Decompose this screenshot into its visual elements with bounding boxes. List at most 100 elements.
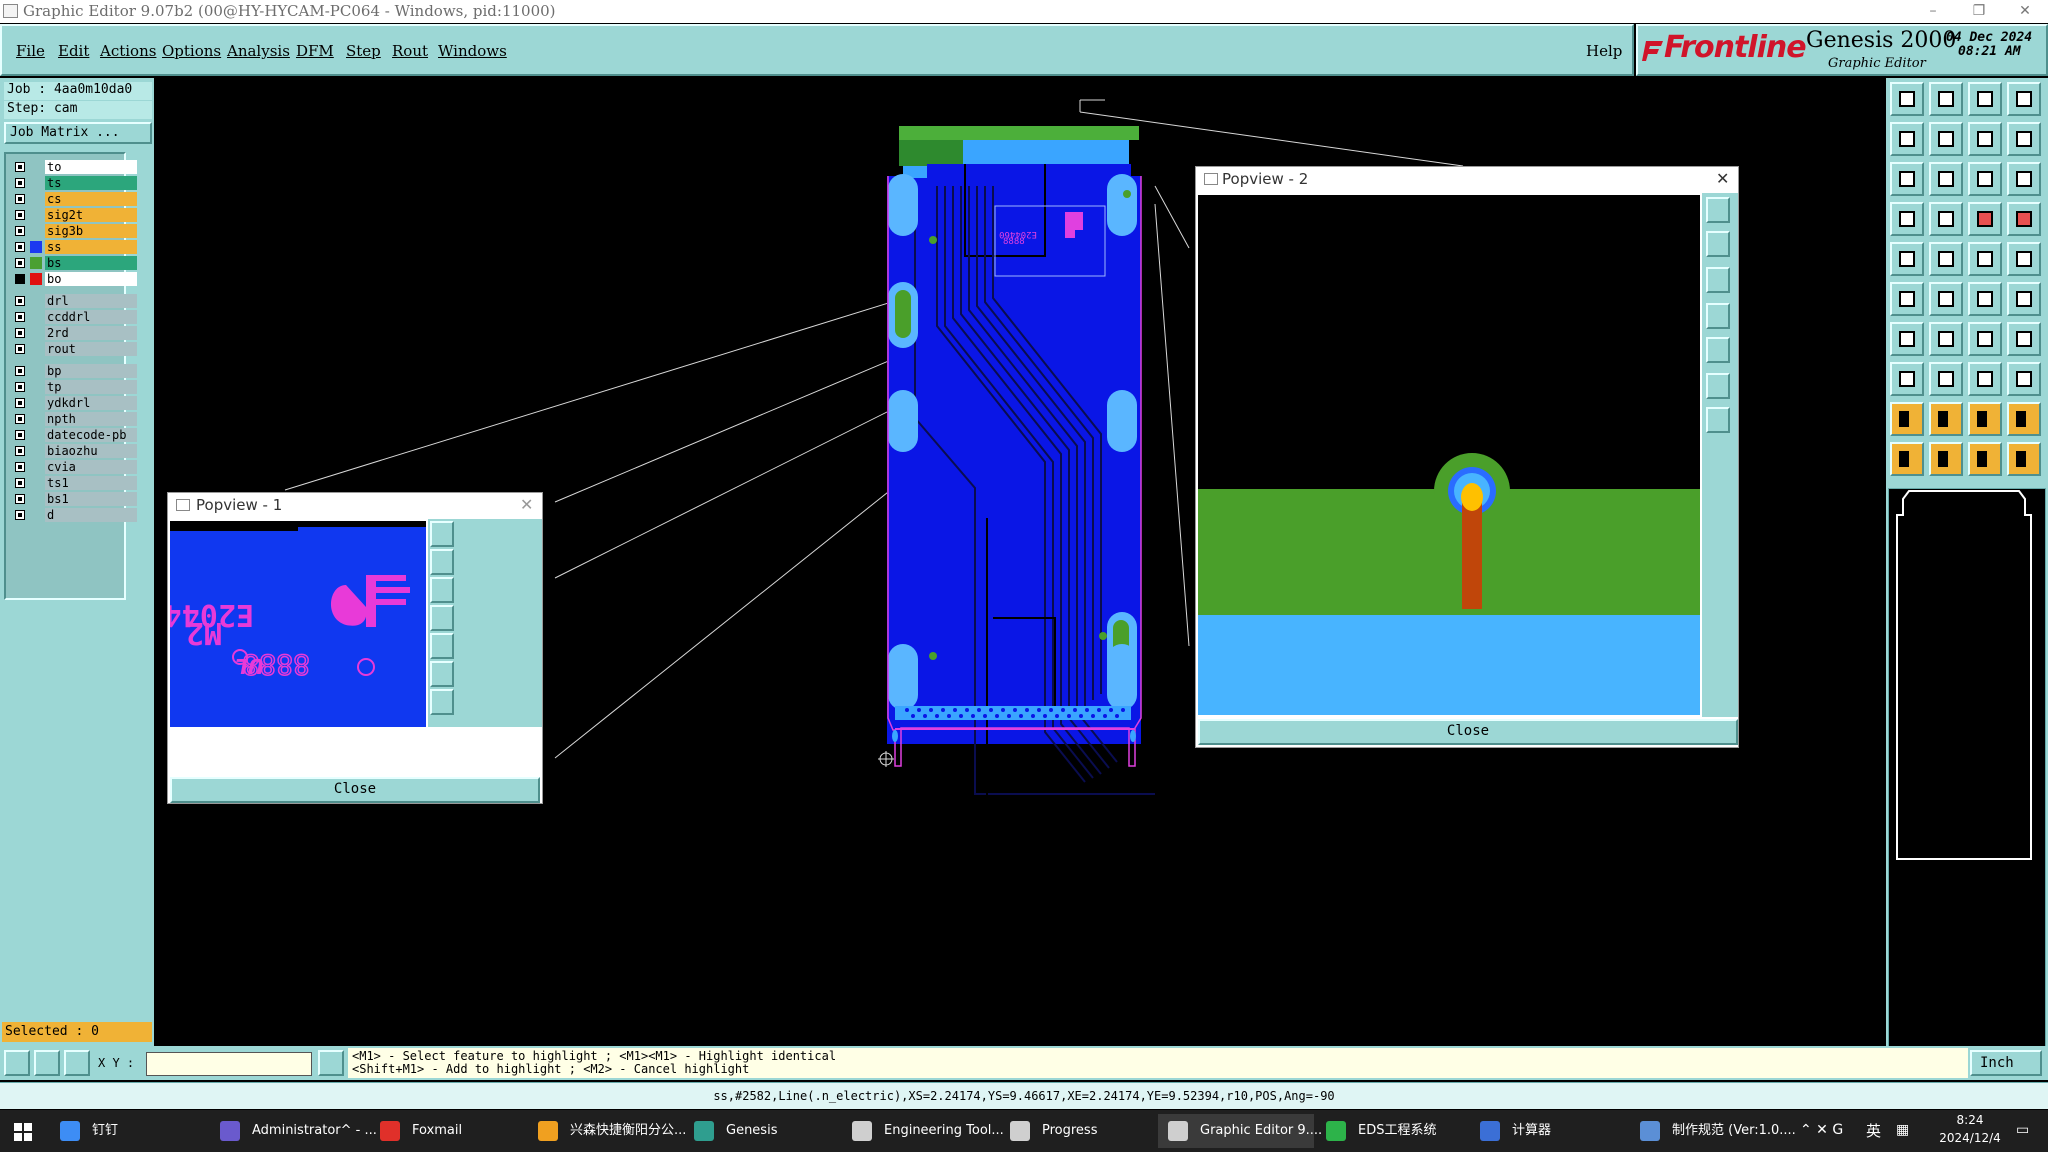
- view-icon[interactable]: [4, 1050, 30, 1076]
- select-icon[interactable]: [1890, 282, 1924, 316]
- layer-row-drl[interactable]: drl: [13, 294, 137, 309]
- open-icon[interactable]: [1890, 82, 1924, 116]
- layer-icon[interactable]: [1890, 122, 1924, 156]
- popview-1-canvas[interactable]: E204460 M2 S 94V-0 8888 UL: [170, 521, 426, 727]
- popview-2-close-button[interactable]: Close: [1198, 719, 1738, 745]
- pointer-4-icon[interactable]: [2007, 442, 2041, 476]
- scale-icon[interactable]: [1968, 162, 2002, 196]
- layer-row-bs1[interactable]: bs1: [13, 492, 137, 507]
- popview-fit-icon[interactable]: [430, 521, 454, 547]
- copy-icon[interactable]: [1968, 122, 2002, 156]
- move-icon[interactable]: [1929, 122, 1963, 156]
- pointer-2-icon[interactable]: [1929, 442, 1963, 476]
- layer-row-datecode-pb[interactable]: datecode-pb: [13, 428, 137, 443]
- popview-pan-right-icon[interactable]: [1706, 337, 1730, 363]
- menu-options[interactable]: Options: [162, 42, 221, 60]
- popview-home-icon[interactable]: [1706, 407, 1730, 433]
- draw-line-icon[interactable]: [1890, 322, 1924, 356]
- layer-row-bp[interactable]: bp: [13, 364, 137, 379]
- draw-angle-icon[interactable]: [1929, 322, 1963, 356]
- overview-panel[interactable]: [1888, 488, 2046, 1080]
- popview-zoom-area-icon[interactable]: [430, 661, 454, 687]
- layer-row-sig2t[interactable]: sig2t: [13, 208, 137, 223]
- popview-1-titlebar[interactable]: Popview - 1 ✕: [168, 493, 542, 519]
- popview-zoom-out-icon[interactable]: [430, 577, 454, 603]
- taskbar-item[interactable]: EDS工程系统: [1316, 1114, 1472, 1148]
- triangle-3-icon[interactable]: [1968, 402, 2002, 436]
- layer-row-rout[interactable]: rout: [13, 342, 137, 357]
- triangle-icon[interactable]: [1890, 402, 1924, 436]
- undo-icon[interactable]: [2007, 122, 2041, 156]
- layer-row-cvia[interactable]: cvia: [13, 460, 137, 475]
- pointer-3-icon[interactable]: [1968, 442, 2002, 476]
- layer-row-ts[interactable]: ts: [13, 176, 137, 191]
- transform-icon[interactable]: [1890, 362, 1924, 396]
- snap-icon[interactable]: [34, 1050, 60, 1076]
- fit-icon[interactable]: [1890, 162, 1924, 196]
- layer-row-tp[interactable]: tp: [13, 380, 137, 395]
- layer-row-2rd[interactable]: 2rd: [13, 326, 137, 341]
- help-icon[interactable]: [2007, 162, 2041, 196]
- menu-dfm[interactable]: DFM: [296, 42, 334, 60]
- taskbar-item[interactable]: 兴森快捷衡阳分公...: [528, 1114, 686, 1148]
- layer-row-d[interactable]: d: [13, 508, 137, 523]
- taskbar-item[interactable]: Genesis: [684, 1114, 840, 1148]
- layer-row-to[interactable]: to: [13, 160, 137, 175]
- popview-zoom-in-icon[interactable]: [430, 549, 454, 575]
- popview-2-titlebar[interactable]: Popview - 2 ✕: [1196, 167, 1738, 193]
- layer-row-npth[interactable]: npth: [13, 412, 137, 427]
- menu-edit[interactable]: Edit: [58, 42, 89, 60]
- taskbar-item[interactable]: Foxmail: [370, 1114, 526, 1148]
- measure-icon[interactable]: [1890, 202, 1924, 236]
- node-icon[interactable]: [1968, 282, 2002, 316]
- zoom-icon[interactable]: [1929, 162, 1963, 196]
- notification-icon[interactable]: ▭: [2016, 1122, 2029, 1138]
- minus-icon[interactable]: [1929, 362, 1963, 396]
- shape-icon[interactable]: [1929, 242, 1963, 276]
- taskbar-item[interactable]: 计算器: [1470, 1114, 1626, 1148]
- layer-row-ydkdrl[interactable]: ydkdrl: [13, 396, 137, 411]
- popview-1-close-x[interactable]: ✕: [520, 495, 533, 514]
- popview-zoom-out-icon[interactable]: [1706, 267, 1730, 293]
- line-icon[interactable]: [1968, 242, 2002, 276]
- keyboard-icon[interactable]: ▦: [1896, 1122, 1909, 1138]
- toggle-icon[interactable]: [318, 1050, 344, 1076]
- popview-2-close-x[interactable]: ✕: [1716, 169, 1729, 188]
- menu-step[interactable]: Step: [346, 42, 381, 60]
- layer-row-cs[interactable]: cs: [13, 192, 137, 207]
- popview-pan-right-icon[interactable]: [430, 633, 454, 659]
- layer-row-ccddrl[interactable]: ccddrl: [13, 310, 137, 325]
- window-icon[interactable]: [2007, 82, 2041, 116]
- unit-selector[interactable]: Inch: [1970, 1050, 2042, 1076]
- clock-time[interactable]: 8:24: [1935, 1113, 2005, 1127]
- triangle-2-icon[interactable]: [1929, 402, 1963, 436]
- layer-row-ts1[interactable]: ts1: [13, 476, 137, 491]
- clock-date[interactable]: 2024/12/4: [1935, 1131, 2005, 1145]
- close-window-button[interactable]: ✕: [2002, 0, 2048, 22]
- menu-analysis[interactable]: Analysis: [227, 42, 290, 60]
- ime-indicator[interactable]: 英: [1866, 1120, 1881, 1141]
- menu-rout[interactable]: Rout: [392, 42, 428, 60]
- node-add-icon[interactable]: [2007, 282, 2041, 316]
- layer-row-sig3b[interactable]: sig3b: [13, 224, 137, 239]
- red-tool-1-icon[interactable]: [1968, 202, 2002, 236]
- taskbar-item[interactable]: 钉钉: [50, 1114, 206, 1148]
- pad-icon[interactable]: [1890, 242, 1924, 276]
- menu-file[interactable]: File: [16, 42, 45, 60]
- xy-input[interactable]: [146, 1052, 312, 1076]
- popview-zoom-area-icon[interactable]: [1706, 373, 1730, 399]
- grid-icon[interactable]: [1929, 202, 1963, 236]
- box-icon[interactable]: [1968, 362, 2002, 396]
- taskbar-item[interactable]: 制作规范 (Ver:1.0....: [1630, 1114, 1796, 1148]
- save-icon[interactable]: [1929, 82, 1963, 116]
- layer-row-biaozhu[interactable]: biaozhu: [13, 444, 137, 459]
- popview-2-canvas[interactable]: [1198, 195, 1700, 715]
- red-tool-2-icon[interactable]: [2007, 202, 2041, 236]
- taskbar-item[interactable]: Administrator^ - ...: [210, 1114, 377, 1148]
- minimize-button[interactable]: –: [1910, 0, 1956, 22]
- popview-zoom-in-icon[interactable]: [1706, 231, 1730, 257]
- layer-row-bo[interactable]: bo: [13, 272, 137, 287]
- flip-icon[interactable]: [2007, 322, 2041, 356]
- job-matrix-button[interactable]: Job Matrix ...: [4, 122, 152, 144]
- duplicate-icon[interactable]: [2007, 362, 2041, 396]
